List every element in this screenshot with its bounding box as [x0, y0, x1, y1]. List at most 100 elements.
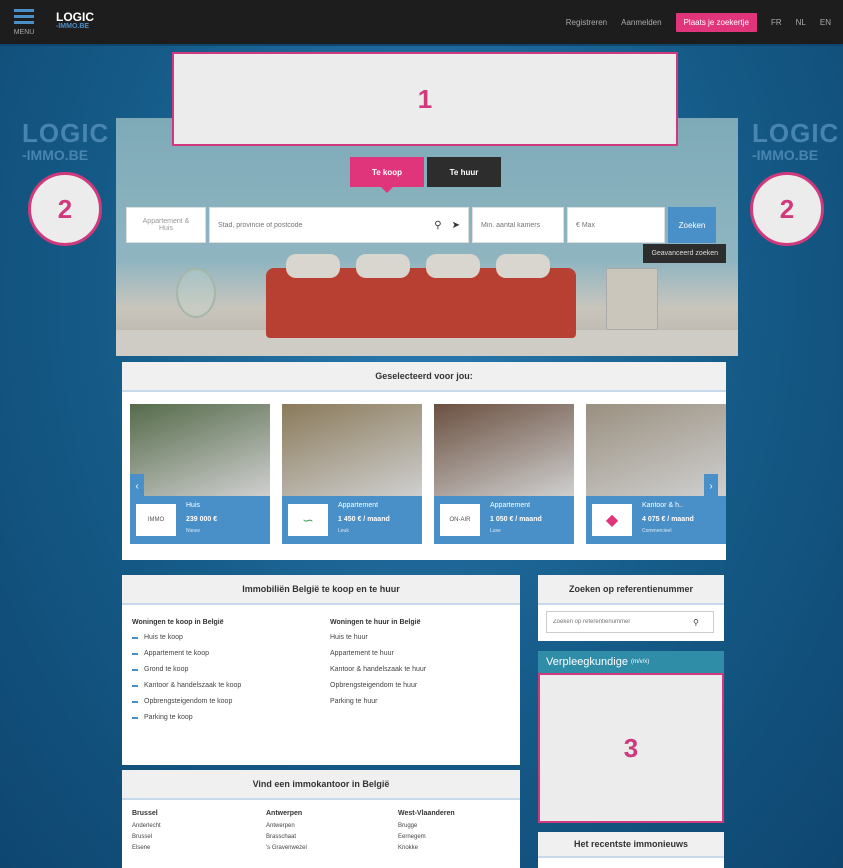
max-price-input[interactable] [576, 221, 656, 229]
top-nav: Registreren Aanmelden Plaats je zoekertj… [566, 12, 831, 32]
rent-link[interactable]: Appartement te huur [330, 650, 426, 657]
location-input[interactable] [218, 221, 431, 229]
hero-search-section: Te koop Te huur Appartement & Huis ⚲ ➤ Z… [116, 118, 738, 356]
hero-sofa [266, 254, 576, 338]
buy-link[interactable]: Appartement te koop [132, 650, 241, 657]
rent-link[interactable]: Opbrengsteigendom te huur [330, 682, 426, 689]
reference-field[interactable]: ⚲ [546, 611, 714, 633]
listing-price: 1 050 € / maand [490, 516, 542, 523]
immo-title: Immobiliën België te koop en te huur [122, 575, 520, 605]
register-link[interactable]: Registreren [566, 18, 607, 27]
office-link[interactable]: Eernegem [398, 834, 455, 840]
buy-link[interactable]: Huis te koop [132, 634, 241, 641]
listing-type: Kantoor & h.. [642, 502, 683, 509]
menu-button[interactable]: MENU [8, 2, 40, 42]
property-type-select[interactable]: Appartement & Huis [126, 207, 206, 243]
lang-nl[interactable]: NL [796, 18, 806, 27]
map-pin-icon[interactable]: ⚲ [434, 220, 441, 231]
dash [132, 716, 138, 719]
min-rooms-input[interactable] [481, 221, 555, 229]
office-link[interactable]: 's Gravenwezel [266, 845, 307, 851]
buy-link[interactable]: Kantoor & handelszaak te koop [132, 682, 241, 689]
post-listing-button[interactable]: Plaats je zoekertje [675, 12, 757, 32]
office-col-antwerpen: Antwerpen Antwerpen Brasschaat 's Graven… [266, 810, 307, 856]
search-button[interactable]: Zoeken [668, 207, 716, 243]
marker-ad-side: 3 [538, 673, 724, 823]
max-price-field[interactable] [567, 207, 665, 243]
buy-link[interactable]: Opbrengsteigendom te koop [132, 698, 241, 705]
h: West-Vlaanderen [398, 810, 455, 817]
agency-logo: ON-AIR [440, 504, 480, 536]
menu-label: MENU [13, 28, 35, 36]
rent-link[interactable]: Parking te huur [330, 698, 426, 705]
office-link[interactable]: Brussel [132, 834, 161, 840]
office-link[interactable]: Anderlecht [132, 823, 161, 829]
advanced-search-button[interactable]: Geavanceerd zoeken [643, 244, 726, 263]
login-link[interactable]: Aanmelden [621, 18, 661, 27]
h: Antwerpen [266, 810, 303, 817]
listing-type: Huis [186, 502, 201, 509]
search-form: Appartement & Huis ⚲ ➤ Zoeken [126, 207, 716, 243]
listing-photo[interactable] [282, 404, 422, 496]
office-link[interactable]: Knokke [398, 845, 455, 851]
brand-logo[interactable]: LOGIC -IMMO.BE [56, 11, 94, 32]
listing-info: ◆ Kantoor & h.. 4 075 € / maand Commerci… [586, 496, 726, 544]
hamburger-icon-bar [14, 20, 34, 24]
agency-logo: ∽ [288, 504, 328, 536]
buy-heading: Woningen te koop in België [132, 619, 224, 626]
listing-card[interactable]: ON-AIR Appartement 1 050 € / maand Luxe [434, 404, 574, 544]
carousel-next-arrow-icon[interactable]: › [704, 474, 718, 498]
tab-rent[interactable]: Te huur [427, 157, 501, 187]
listing-type: Appartement [338, 502, 379, 509]
listing-sub: Leuk [338, 528, 349, 534]
news-panel: Het recentste immonieuws [538, 832, 724, 868]
office-col-brussel: Brussel Anderlecht Brussel Elsene [132, 810, 161, 856]
office-link[interactable]: Brugge [398, 823, 455, 829]
carousel-prev-arrow-icon[interactable]: ‹ [130, 474, 144, 498]
rent-link[interactable]: Kantoor & handelszaak te huur [330, 666, 426, 673]
buy-link[interactable]: Grond te koop [132, 666, 241, 673]
job-ad-header[interactable]: Verpleegkundige (m/v/x) [538, 651, 724, 673]
rent-heading: Woningen te huur in België [330, 619, 421, 626]
office-col-west-vlaanderen: West-Vlaanderen Brugge Eernegem Knokke [398, 810, 455, 856]
side-logo-right: LOGIC -IMMO.BE [752, 118, 840, 163]
selected-title: Geselecteerd voor jou: [122, 362, 726, 392]
rent-link[interactable]: Huis te huur [330, 634, 426, 641]
selected-for-you-panel: Geselecteerd voor jou: IMMO Huis 239 000… [122, 362, 726, 560]
location-field[interactable]: ⚲ ➤ [209, 207, 469, 243]
dash [132, 636, 138, 639]
dash [132, 668, 138, 671]
listing-info: IMMO Huis 239 000 € Nieuw [130, 496, 270, 544]
location-arrow-icon[interactable]: ➤ [452, 220, 460, 231]
reference-input[interactable] [553, 619, 693, 625]
listing-info: ON-AIR Appartement 1 050 € / maand Luxe [434, 496, 574, 544]
dash [132, 700, 138, 703]
agency-logo: ◆ [592, 504, 632, 536]
listing-cards: IMMO Huis 239 000 € Nieuw ∽ Appartement … [130, 404, 726, 544]
lang-fr[interactable]: FR [771, 18, 782, 27]
listing-card[interactable]: IMMO Huis 239 000 € Nieuw [130, 404, 270, 544]
listing-info: ∽ Appartement 1 450 € / maand Leuk [282, 496, 422, 544]
listing-photo[interactable] [434, 404, 574, 496]
min-rooms-field[interactable] [472, 207, 564, 243]
lang-en[interactable]: EN [820, 18, 831, 27]
listing-photo[interactable] [130, 404, 270, 496]
cushion [426, 254, 480, 278]
immo-links-panel: Immobiliën België te koop en te huur Won… [122, 575, 520, 765]
listing-card[interactable]: ∽ Appartement 1 450 € / maand Leuk [282, 404, 422, 544]
news-title: Het recentste immonieuws [538, 832, 724, 858]
hamburger-icon [14, 8, 34, 12]
listing-sub: Nieuw [186, 528, 200, 534]
reference-title: Zoeken op referentienummer [538, 575, 724, 605]
office-link[interactable]: Elsene [132, 845, 161, 851]
cushion [356, 254, 410, 278]
buy-link[interactable]: Parking te koop [132, 714, 241, 721]
cushion [286, 254, 340, 278]
office-link[interactable]: Brasschaat [266, 834, 307, 840]
rent-links: Woningen te huur in België Huis te huur … [330, 619, 426, 714]
marker-side-left: 2 [28, 172, 102, 246]
search-icon[interactable]: ⚲ [693, 618, 699, 627]
tab-buy[interactable]: Te koop [350, 157, 424, 193]
listing-price: 4 075 € / maand [642, 516, 694, 523]
office-link[interactable]: Antwerpen [266, 823, 307, 829]
